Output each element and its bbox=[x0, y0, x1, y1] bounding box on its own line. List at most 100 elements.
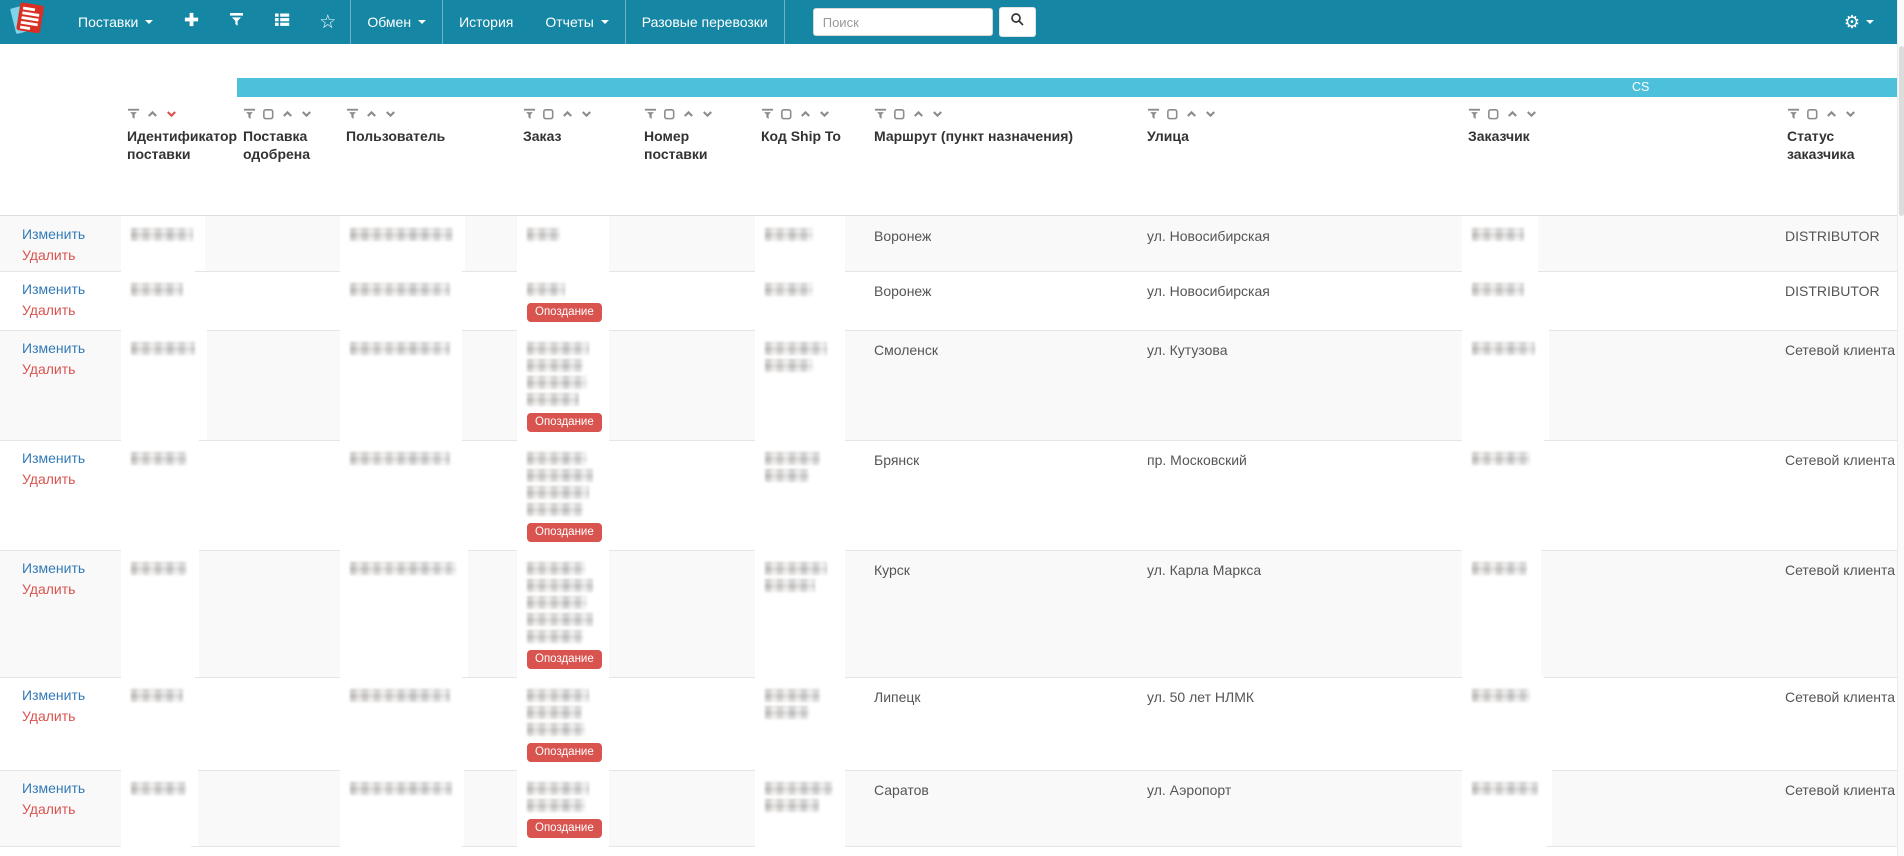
sort-up-icon[interactable] bbox=[1825, 107, 1838, 121]
row-actions: Изменить Удалить bbox=[0, 330, 121, 440]
settings-menu[interactable]: ⚙ bbox=[1844, 0, 1904, 44]
redacted-text bbox=[350, 689, 450, 702]
delete-link[interactable]: Удалить bbox=[22, 302, 115, 318]
filter-icon[interactable] bbox=[1787, 107, 1800, 121]
delete-link[interactable]: Удалить bbox=[22, 801, 115, 817]
redaction-overlay bbox=[121, 216, 205, 271]
edit-link[interactable]: Изменить bbox=[22, 281, 115, 297]
delete-link[interactable]: Удалить bbox=[22, 361, 115, 377]
app-logo[interactable] bbox=[0, 0, 62, 44]
redaction-overlay bbox=[755, 330, 845, 440]
box-icon[interactable] bbox=[1487, 107, 1500, 121]
column-header-controls bbox=[874, 107, 1135, 121]
cell-ship-to bbox=[755, 216, 868, 271]
column-header-controls bbox=[523, 107, 632, 121]
sort-up-icon[interactable] bbox=[912, 107, 925, 121]
menu-one-time-shipments[interactable]: Разовые перевозки bbox=[626, 0, 784, 44]
search-input[interactable] bbox=[813, 8, 993, 36]
sort-up-icon[interactable] bbox=[682, 107, 695, 121]
box-icon[interactable] bbox=[1166, 107, 1179, 121]
cell-customer bbox=[1462, 216, 1781, 271]
add-button[interactable] bbox=[169, 0, 214, 44]
chevron-down-icon bbox=[1866, 20, 1874, 24]
vertical-scrollbar[interactable] bbox=[1897, 0, 1904, 856]
sort-down-icon[interactable] bbox=[1525, 107, 1538, 121]
redaction-overlay bbox=[755, 440, 845, 550]
sort-down-icon[interactable] bbox=[1844, 107, 1857, 121]
filter-icon[interactable] bbox=[1147, 107, 1160, 121]
sort-up-icon[interactable] bbox=[1185, 107, 1198, 121]
sort-down-icon[interactable] bbox=[300, 107, 313, 121]
scrollbar-thumb[interactable] bbox=[1899, 46, 1904, 216]
cell-customer bbox=[1462, 550, 1781, 677]
cell-user bbox=[340, 770, 517, 846]
delete-link[interactable]: Удалить bbox=[22, 247, 115, 263]
sort-down-icon[interactable] bbox=[931, 107, 944, 121]
cell-approved bbox=[237, 677, 340, 770]
box-icon[interactable] bbox=[1806, 107, 1819, 121]
redaction-overlay bbox=[1462, 271, 1538, 330]
delete-link[interactable]: Удалить bbox=[22, 581, 115, 597]
redacted-text bbox=[765, 562, 827, 575]
box-icon[interactable] bbox=[663, 107, 676, 121]
delete-link[interactable]: Удалить bbox=[22, 471, 115, 487]
edit-link[interactable]: Изменить bbox=[22, 560, 115, 576]
filter-icon[interactable] bbox=[761, 107, 774, 121]
cell-approved bbox=[237, 440, 340, 550]
filter-icon[interactable] bbox=[874, 107, 887, 121]
sort-up-icon[interactable] bbox=[561, 107, 574, 121]
edit-link[interactable]: Изменить bbox=[22, 450, 115, 466]
cell-street: пр. Московский bbox=[1141, 440, 1462, 550]
cell-ship-to bbox=[755, 770, 868, 846]
row-actions: Изменить Удалить bbox=[0, 216, 121, 271]
table-row: ИзменитьУдалитьБелгородп. ДубовоеСетевой… bbox=[0, 846, 1904, 856]
redaction-overlay bbox=[340, 440, 462, 550]
favorites-button[interactable]: ☆ bbox=[305, 0, 350, 44]
sort-down-icon[interactable] bbox=[818, 107, 831, 121]
filter-icon[interactable] bbox=[644, 107, 657, 121]
cell-approved bbox=[237, 330, 340, 440]
box-icon[interactable] bbox=[262, 107, 275, 121]
menu-exchange[interactable]: Обмен bbox=[351, 0, 442, 44]
redacted-text bbox=[527, 486, 589, 499]
filter-icon[interactable] bbox=[523, 107, 536, 121]
filter-icon[interactable] bbox=[243, 107, 256, 121]
redacted-text bbox=[527, 799, 585, 812]
sort-up-icon[interactable] bbox=[146, 107, 159, 121]
filter-icon[interactable] bbox=[1468, 107, 1481, 121]
filter-icon[interactable] bbox=[127, 107, 140, 121]
column-header-actions bbox=[0, 97, 121, 215]
sort-down-icon[interactable] bbox=[701, 107, 714, 121]
menu-deliveries[interactable]: Поставки bbox=[62, 0, 169, 44]
cell-street: ул. Новосибирская bbox=[1141, 271, 1462, 330]
list-view-button[interactable] bbox=[259, 0, 305, 44]
sort-up-icon[interactable] bbox=[281, 107, 294, 121]
menu-history[interactable]: История bbox=[443, 0, 529, 44]
sort-up-icon[interactable] bbox=[1506, 107, 1519, 121]
sort-down-icon[interactable] bbox=[384, 107, 397, 121]
menu-reports[interactable]: Отчеты bbox=[529, 0, 624, 44]
filter-button[interactable] bbox=[214, 0, 259, 44]
filter-icon[interactable] bbox=[346, 107, 359, 121]
row-actions: Изменить Удалить bbox=[0, 677, 121, 770]
edit-link[interactable]: Изменить bbox=[22, 780, 115, 796]
sort-down-icon[interactable] bbox=[580, 107, 593, 121]
chevron-down-icon bbox=[145, 20, 153, 24]
sort-down-icon[interactable] bbox=[1204, 107, 1217, 121]
delete-link[interactable]: Удалить bbox=[22, 708, 115, 724]
sort-down-icon[interactable] bbox=[165, 107, 178, 121]
sort-up-icon[interactable] bbox=[365, 107, 378, 121]
redaction-overlay bbox=[121, 271, 195, 330]
redaction-overlay bbox=[121, 440, 199, 550]
edit-link[interactable]: Изменить bbox=[22, 226, 115, 242]
search-button[interactable] bbox=[999, 7, 1036, 37]
edit-link[interactable]: Изменить bbox=[22, 340, 115, 356]
redaction-overlay: Опоздание bbox=[517, 440, 609, 550]
edit-link[interactable]: Изменить bbox=[22, 687, 115, 703]
sort-up-icon[interactable] bbox=[799, 107, 812, 121]
box-icon[interactable] bbox=[893, 107, 906, 121]
redacted-text bbox=[765, 706, 809, 719]
box-icon[interactable] bbox=[542, 107, 555, 121]
redacted-text bbox=[527, 503, 583, 516]
box-icon[interactable] bbox=[780, 107, 793, 121]
